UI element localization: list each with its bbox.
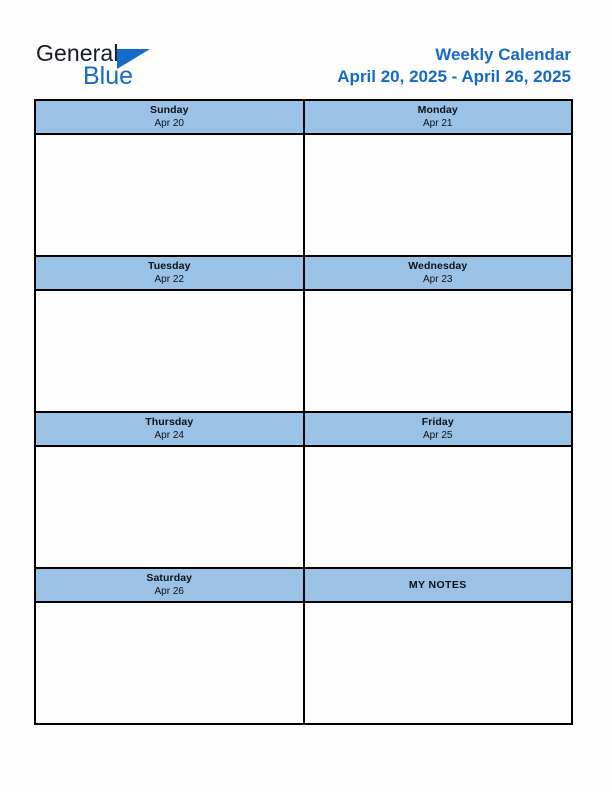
day-date-label: Apr 21 <box>423 118 453 129</box>
day-date-label: Apr 20 <box>154 118 184 129</box>
date-range-label: April 20, 2025 - April 26, 2025 <box>337 67 571 86</box>
page-header: General Blue Weekly Calendar April 20, 2… <box>0 0 612 99</box>
day-header: Sunday Apr 20 <box>36 101 303 135</box>
day-header: Wednesday Apr 23 <box>304 257 571 291</box>
day-header: Monday Apr 21 <box>304 101 571 135</box>
day-name-label: Saturday <box>146 572 193 584</box>
day-name-label: Friday <box>421 416 454 428</box>
calendar-row: Thursday Apr 24 Friday Apr 25 <box>36 413 571 569</box>
notes-cell[interactable]: MY NOTES <box>304 569 571 723</box>
day-date-label: Apr 26 <box>154 586 184 597</box>
day-cell-sunday[interactable]: Sunday Apr 20 <box>36 101 305 255</box>
day-header: Friday Apr 25 <box>304 413 571 447</box>
day-name-label: Tuesday <box>147 260 191 272</box>
day-content-area[interactable] <box>36 135 303 255</box>
day-content-area[interactable] <box>304 447 571 567</box>
brand-logo: General Blue <box>36 40 166 92</box>
day-cell-wednesday[interactable]: Wednesday Apr 23 <box>304 257 571 411</box>
day-name-label: Monday <box>417 104 458 116</box>
day-date-label: Apr 22 <box>154 274 184 285</box>
weekly-calendar-grid: Sunday Apr 20 Monday Apr 21 Tuesday Apr … <box>34 99 573 725</box>
day-content-area[interactable] <box>36 291 303 411</box>
day-content-area[interactable] <box>304 291 571 411</box>
day-cell-monday[interactable]: Monday Apr 21 <box>304 101 571 255</box>
notes-header: MY NOTES <box>304 569 571 603</box>
notes-content-area[interactable] <box>304 603 571 723</box>
day-date-label: Apr 24 <box>154 430 184 441</box>
calendar-row: Sunday Apr 20 Monday Apr 21 <box>36 101 571 257</box>
day-content-area[interactable] <box>36 603 303 723</box>
day-header: Thursday Apr 24 <box>36 413 303 447</box>
calendar-row: Saturday Apr 26 MY NOTES <box>36 569 571 723</box>
day-date-label: Apr 23 <box>423 274 453 285</box>
day-cell-saturday[interactable]: Saturday Apr 26 <box>36 569 305 723</box>
brand-name-blue: Blue <box>83 62 134 90</box>
day-header: Saturday Apr 26 <box>36 569 303 603</box>
day-name-label: Thursday <box>145 416 194 428</box>
header-title-block: Weekly Calendar April 20, 2025 - April 2… <box>337 44 571 88</box>
day-name-label: Wednesday <box>408 260 468 272</box>
day-cell-tuesday[interactable]: Tuesday Apr 22 <box>36 257 305 411</box>
day-cell-thursday[interactable]: Thursday Apr 24 <box>36 413 305 567</box>
day-cell-friday[interactable]: Friday Apr 25 <box>304 413 571 567</box>
day-content-area[interactable] <box>304 135 571 255</box>
notes-label: MY NOTES <box>408 579 467 591</box>
page-title: Weekly Calendar <box>435 45 571 64</box>
day-date-label: Apr 25 <box>423 430 453 441</box>
calendar-row: Tuesday Apr 22 Wednesday Apr 23 <box>36 257 571 413</box>
day-header: Tuesday Apr 22 <box>36 257 303 291</box>
day-name-label: Sunday <box>149 104 189 116</box>
day-content-area[interactable] <box>36 447 303 567</box>
